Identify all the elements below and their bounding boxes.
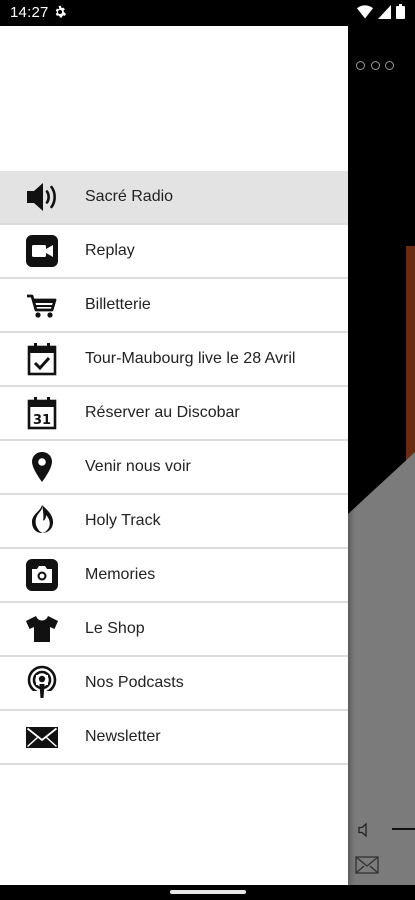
- flame-icon: [24, 503, 60, 539]
- more-options-icon[interactable]: [356, 57, 394, 73]
- video-camera-icon: [24, 233, 60, 269]
- menu-item-label: Venir nous voir: [85, 458, 191, 475]
- menu-item-label: Newsletter: [85, 728, 161, 745]
- menu-item-le-shop[interactable]: Le Shop: [0, 603, 348, 657]
- menu-item-newsletter[interactable]: Newsletter: [0, 711, 348, 765]
- gear-icon: [53, 5, 67, 19]
- drawer-menu: Sacré Radio Replay Billetterie Tour-Maub…: [0, 171, 348, 765]
- speaker-icon[interactable]: [357, 822, 373, 838]
- menu-item-holy-track[interactable]: Holy Track: [0, 495, 348, 549]
- menu-item-label: Tour-Maubourg live le 28 Avril: [85, 350, 296, 367]
- drawer-header: [0, 26, 348, 171]
- menu-item-label: Nos Podcasts: [85, 674, 184, 691]
- menu-item-billetterie[interactable]: Billetterie: [0, 279, 348, 333]
- speaker-icon: [24, 179, 60, 215]
- menu-item-label: Réserver au Discobar: [85, 404, 240, 421]
- calendar-31-icon: 31: [24, 395, 60, 431]
- menu-item-label: Holy Track: [85, 512, 161, 529]
- menu-item-label: Sacré Radio: [85, 188, 174, 205]
- status-time: 14:27: [10, 4, 49, 21]
- camera-icon: [24, 557, 60, 593]
- calendar-day-text: 31: [33, 413, 51, 428]
- menu-item-nos-podcasts[interactable]: Nos Podcasts: [0, 657, 348, 711]
- menu-item-memories[interactable]: Memories: [0, 549, 348, 603]
- menu-item-label: Replay: [85, 242, 135, 259]
- navigation-drawer: Sacré Radio Replay Billetterie Tour-Maub…: [0, 26, 348, 885]
- calendar-check-icon: [24, 341, 60, 377]
- menu-item-label: Billetterie: [85, 296, 151, 313]
- mail-icon[interactable]: [355, 856, 379, 874]
- menu-item-label: Memories: [85, 566, 156, 583]
- menu-item-tour-maubourg[interactable]: Tour-Maubourg live le 28 Avril: [0, 333, 348, 387]
- menu-item-venir-nous-voir[interactable]: Venir nous voir: [0, 441, 348, 495]
- volume-slider[interactable]: [392, 828, 415, 830]
- envelope-icon: [24, 719, 60, 755]
- battery-icon: [396, 4, 405, 24]
- wifi-icon: [357, 4, 373, 24]
- menu-item-label: Le Shop: [85, 620, 145, 637]
- menu-item-reserver-discobar[interactable]: 31 Réserver au Discobar: [0, 387, 348, 441]
- tshirt-icon: [24, 611, 60, 647]
- menu-item-replay[interactable]: Replay: [0, 225, 348, 279]
- menu-item-sacre-radio[interactable]: Sacré Radio: [0, 171, 348, 225]
- shopping-cart-icon: [24, 287, 60, 323]
- signal-icon: [378, 4, 391, 24]
- map-pin-icon: [24, 449, 60, 485]
- podcast-icon: [24, 665, 60, 701]
- status-bar: 14:27: [0, 0, 415, 26]
- home-gesture-handle[interactable]: [170, 890, 246, 894]
- system-navigation-bar: [0, 885, 415, 900]
